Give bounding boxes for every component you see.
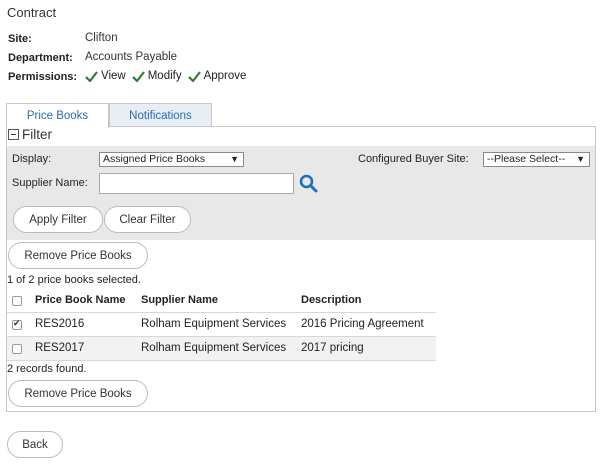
remove-price-books-button-bottom[interactable]: Remove Price Books <box>8 380 148 407</box>
permissions-list: View Modify Approve <box>85 70 252 82</box>
department-value: Accounts Payable <box>85 51 178 63</box>
column-header-supplier-name[interactable]: Supplier Name <box>141 294 218 306</box>
description-cell: 2016 Pricing Agreement <box>301 318 424 330</box>
permission-view-label: View <box>101 70 126 82</box>
row-checkbox[interactable] <box>12 344 22 354</box>
column-header-price-book-name[interactable]: Price Book Name <box>35 294 125 306</box>
clear-filter-button[interactable]: Clear Filter <box>104 206 191 233</box>
permission-approve-label: Approve <box>203 70 247 82</box>
row-checkbox[interactable] <box>12 318 22 330</box>
permissions-label: Permissions: <box>8 71 78 83</box>
supplier-name-cell: Rolham Equipment Services <box>141 342 287 354</box>
checkmark-icon <box>187 70 201 82</box>
collapse-icon <box>8 129 19 140</box>
supplier-name-input[interactable] <box>99 173 294 194</box>
dropdown-arrow-icon: ▼ <box>230 154 239 164</box>
buyer-site-select[interactable]: --Please Select-- ▼ <box>483 152 590 167</box>
apply-filter-button[interactable]: Apply Filter <box>13 206 103 233</box>
dropdown-arrow-icon: ▼ <box>576 154 585 164</box>
filter-heading: Filter <box>22 127 52 142</box>
price-book-link[interactable]: RES2016 <box>35 318 84 330</box>
checkmark-icon <box>131 70 145 82</box>
supplier-name-label: Supplier Name: <box>12 177 88 189</box>
selection-status: 1 of 2 price books selected. <box>7 274 141 286</box>
search-icon[interactable] <box>299 174 318 193</box>
column-header-description[interactable]: Description <box>301 294 362 306</box>
department-label: Department: <box>8 52 73 64</box>
remove-price-books-button-top[interactable]: Remove Price Books <box>8 242 148 269</box>
buyer-site-select-value: --Please Select-- <box>487 153 566 165</box>
display-select-value: Assigned Price Books <box>103 153 206 165</box>
select-all-checkbox[interactable] <box>12 296 22 306</box>
price-book-link[interactable]: RES2017 <box>35 342 84 354</box>
permission-approve: Approve <box>187 70 247 82</box>
site-value: Clifton <box>85 32 118 44</box>
permission-view: View <box>85 70 126 82</box>
supplier-name-cell: Rolham Equipment Services <box>141 318 287 330</box>
back-button[interactable]: Back <box>7 431 63 458</box>
tab-price-books[interactable]: Price Books <box>6 103 109 128</box>
buyer-site-label: Configured Buyer Site: <box>358 153 469 165</box>
page-title: Contract <box>7 5 57 20</box>
permission-modify: Modify <box>131 70 182 82</box>
description-cell: 2017 pricing <box>301 342 364 354</box>
site-label: Site: <box>8 33 32 45</box>
tab-notifications[interactable]: Notifications <box>109 103 212 127</box>
checkmark-icon <box>85 70 98 82</box>
permission-modify-label: Modify <box>147 70 182 82</box>
display-select[interactable]: Assigned Price Books ▼ <box>99 152 244 167</box>
records-found: 2 records found. <box>7 363 87 375</box>
display-label: Display: <box>12 153 52 165</box>
filter-toggle[interactable]: Filter <box>8 127 52 142</box>
